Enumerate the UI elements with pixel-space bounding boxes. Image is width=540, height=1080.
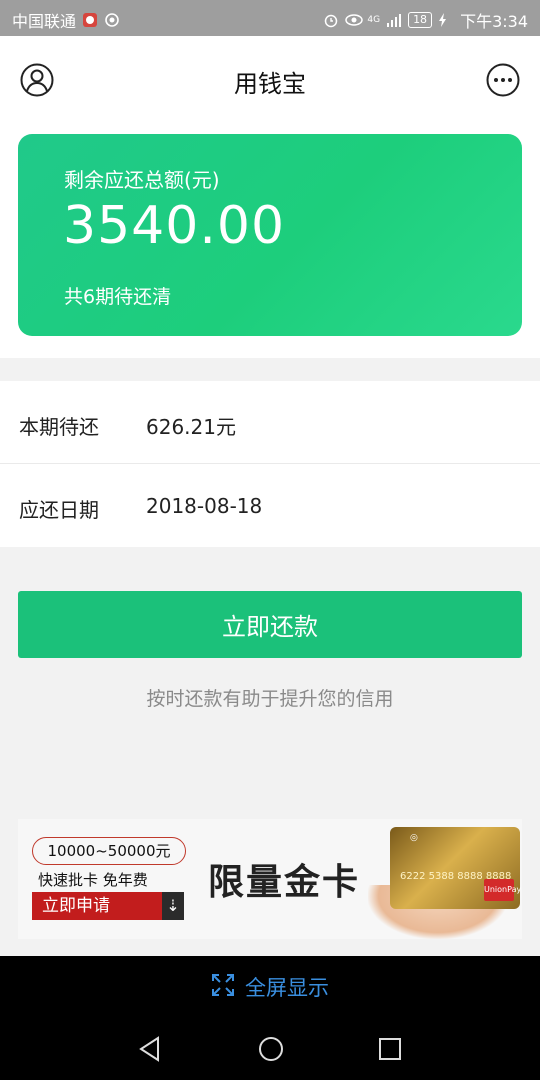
summary-card: 剩余应还总额(元) 3540.00 共6期待还清: [18, 134, 522, 336]
current-due-value: 626.21元: [146, 415, 236, 439]
page-title: 用钱宝: [234, 70, 306, 98]
credit-hint: 按时还款有助于提升您的信用: [146, 688, 394, 710]
system-nav-bar: [0, 1018, 540, 1080]
gold-card-image: ◎ 6222 5388 8888 8888 UnionPay: [390, 827, 521, 909]
ad-subtitle: 快速批卡 免年费: [38, 871, 148, 889]
bank-logo-icon: ◎: [410, 833, 418, 843]
due-date-value: 2018-08-18: [146, 494, 263, 518]
ad-apply-button[interactable]: 立即申请 ⇣: [32, 892, 184, 920]
carrier-label: 中国联通: [12, 12, 77, 31]
due-date-row: 应还日期 2018-08-18: [0, 464, 540, 546]
charging-icon: [438, 12, 454, 28]
ad-title: 限量金卡: [208, 862, 361, 903]
current-due-row: 本期待还 626.21元: [0, 381, 540, 464]
ad-credit-range: 10000~50000元: [32, 837, 186, 865]
status-bar: 中国联通 4G 18 下午3:34: [0, 0, 540, 36]
eye-comfort-icon: [345, 12, 364, 28]
sync-icon: [104, 12, 120, 28]
repayment-details: 本期待还 626.21元 应还日期 2018-08-18: [0, 381, 540, 547]
fullscreen-label: 全屏显示: [245, 976, 329, 1000]
ad-apply-label: 立即申请: [42, 896, 110, 916]
unionpay-logo: UnionPay: [484, 879, 521, 901]
remaining-total-amount: 3540.00: [63, 196, 286, 256]
more-icon[interactable]: [486, 63, 520, 97]
fullscreen-icon: [211, 973, 235, 1002]
summary-section: 剩余应还总额(元) 3540.00 共6期待还清: [0, 124, 540, 358]
recent-apps-icon[interactable]: [378, 1037, 402, 1061]
alarm-icon: [323, 12, 339, 28]
network-type-label: 4G: [367, 15, 381, 25]
clock-label: 下午3:34: [460, 12, 528, 31]
remaining-total-label: 剩余应还总额(元): [64, 168, 220, 192]
repay-now-button[interactable]: 立即还款: [18, 591, 522, 658]
current-due-label: 本期待还: [19, 415, 99, 439]
back-icon[interactable]: [138, 1036, 162, 1062]
app-notification-icon: [82, 12, 98, 28]
battery-level: 18: [408, 12, 433, 28]
periods-remaining: 共6期待还清: [64, 286, 172, 308]
due-date-label: 应还日期: [19, 498, 99, 522]
ad-banner[interactable]: 10000~50000元 快速批卡 免年费 立即申请 ⇣ 限量金卡 ◎ 6222…: [18, 819, 522, 939]
home-icon[interactable]: [258, 1036, 284, 1062]
down-arrow-icon: ⇣: [162, 892, 184, 920]
signal-icon: [386, 12, 402, 28]
app-header: 用钱宝: [0, 36, 540, 124]
fullscreen-bar[interactable]: 全屏显示: [0, 956, 540, 1018]
